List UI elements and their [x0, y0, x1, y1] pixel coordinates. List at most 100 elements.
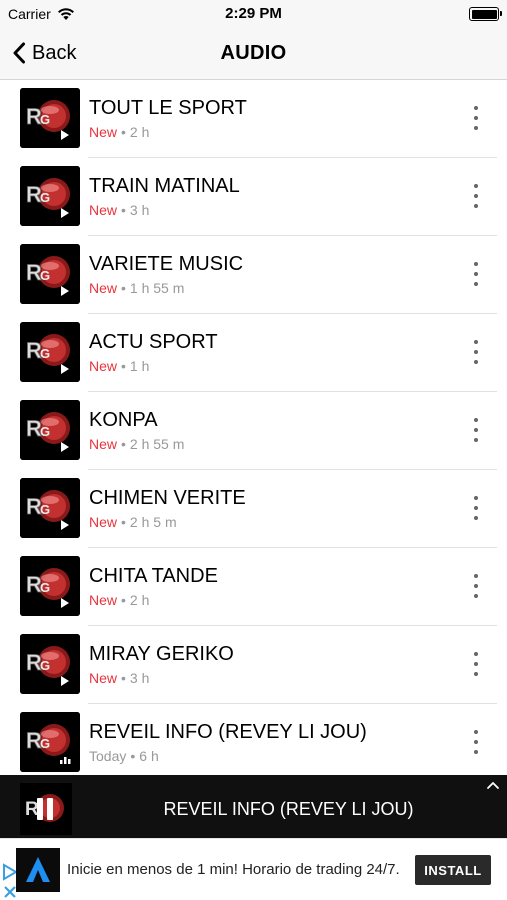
episode-status-badge: Today	[89, 748, 127, 764]
more-options-icon[interactable]	[471, 652, 481, 676]
episode-duration: 3 h	[129, 202, 150, 218]
list-item[interactable]: R G TOUT LE SPORT New • 2 h	[0, 80, 507, 158]
mini-player[interactable]: R REVEIL INFO (REVEY LI JOU)	[0, 775, 507, 838]
episode-duration: 2 h 5 m	[129, 514, 177, 530]
episode-duration: 2 h	[129, 124, 150, 140]
station-logo-icon: R G	[20, 88, 80, 148]
list-item[interactable]: R G TRAIN MATINAL New • 3 h	[0, 158, 507, 236]
episode-status-badge: New	[89, 358, 118, 374]
episode-status-badge: New	[89, 280, 118, 296]
ad-text: Inicie en menos de 1 min! Horario de tra…	[67, 861, 400, 878]
episode-title: KONPA	[89, 409, 158, 431]
svg-text:G: G	[40, 502, 50, 517]
episode-title: REVEIL INFO (REVEY LI JOU)	[89, 721, 367, 743]
svg-text:G: G	[40, 346, 50, 361]
episode-duration: 2 h	[129, 592, 150, 608]
separator-dot: •	[121, 514, 126, 530]
svg-text:G: G	[40, 424, 50, 439]
app-logo-icon	[16, 848, 60, 892]
list-item[interactable]: R G MIRAY GERIKO New • 3 h	[0, 626, 507, 704]
episode-title: VARIETE MUSIC	[89, 253, 244, 275]
page-title: AUDIO	[220, 42, 287, 64]
episode-thumbnail: R G	[20, 166, 80, 226]
more-options-icon[interactable]	[471, 730, 481, 754]
list-item[interactable]: R G ACTU SPORT New • 1 h	[0, 314, 507, 392]
battery-icon	[469, 7, 502, 21]
episode-status-badge: New	[89, 124, 118, 140]
episode-title: MIRAY GERIKO	[89, 643, 234, 665]
list-item[interactable]: R G KONPA New • 2 h 55 m	[0, 392, 507, 470]
svg-text:G: G	[40, 112, 50, 127]
episode-thumbnail: R G	[20, 556, 80, 616]
more-options-icon[interactable]	[471, 340, 481, 364]
episode-title: CHIMEN VERITE	[89, 487, 246, 509]
svg-text:G: G	[40, 268, 50, 283]
more-options-icon[interactable]	[471, 574, 481, 598]
svg-text:G: G	[40, 580, 50, 595]
episode-status-badge: New	[89, 202, 118, 218]
more-options-icon[interactable]	[471, 106, 481, 130]
separator-dot: •	[121, 592, 126, 608]
list-item[interactable]: R G REVEIL INFO (REVEY LI JOU) Today • 6 h	[0, 704, 507, 775]
episode-status-badge: New	[89, 670, 118, 686]
episode-duration: 2 h 55 m	[129, 436, 185, 452]
player-thumbnail: R	[20, 783, 72, 835]
episode-thumbnail: R G	[20, 88, 80, 148]
status-time: 2:29 PM	[225, 5, 282, 22]
separator-dot: •	[121, 124, 126, 140]
episode-title: TOUT LE SPORT	[89, 97, 247, 119]
list-item[interactable]: R G CHIMEN VERITE New • 2 h 5 m	[0, 470, 507, 548]
separator-dot: •	[121, 202, 126, 218]
station-logo-icon: R G	[20, 478, 80, 538]
more-options-icon[interactable]	[471, 262, 481, 286]
episode-meta: New • 2 h	[89, 592, 149, 608]
station-logo-icon: R G	[20, 400, 80, 460]
episode-status-badge: New	[89, 592, 118, 608]
svg-text:G: G	[40, 658, 50, 673]
ad-banner[interactable]: Inicie en menos de 1 min! Horario de tra…	[0, 838, 507, 900]
more-options-icon[interactable]	[471, 496, 481, 520]
station-logo-icon: R G	[20, 322, 80, 382]
episode-meta: New • 2 h 5 m	[89, 514, 177, 530]
episode-status-badge: New	[89, 436, 118, 452]
episode-title: TRAIN MATINAL	[89, 175, 240, 197]
install-button[interactable]: INSTALL	[415, 855, 491, 885]
episode-thumbnail: R G	[20, 322, 80, 382]
episode-thumbnail: R G	[20, 400, 80, 460]
more-options-icon[interactable]	[471, 184, 481, 208]
episode-status-badge: New	[89, 514, 118, 530]
episode-thumbnail: R G	[20, 634, 80, 694]
episode-title: CHITA TANDE	[89, 565, 218, 587]
svg-text:G: G	[40, 736, 50, 751]
separator-dot: •	[121, 436, 126, 452]
episode-duration: 1 h	[129, 358, 150, 374]
episode-duration: 3 h	[129, 670, 150, 686]
pause-icon[interactable]	[34, 798, 56, 820]
navigation-bar: Back AUDIO	[0, 28, 507, 80]
episode-duration: 1 h 55 m	[129, 280, 185, 296]
episode-meta: New • 3 h	[89, 670, 149, 686]
episode-meta: Today • 6 h	[89, 748, 159, 764]
station-logo-icon: R G	[20, 712, 80, 772]
chevron-up-icon[interactable]	[485, 779, 501, 791]
ad-app-logo[interactable]	[16, 848, 60, 892]
episode-meta: New • 3 h	[89, 202, 149, 218]
separator-dot: •	[130, 748, 136, 764]
episode-meta: New • 2 h 55 m	[89, 436, 184, 452]
episode-thumbnail: R G	[20, 478, 80, 538]
episode-meta: New • 1 h 55 m	[89, 280, 184, 296]
station-logo-icon: R G	[20, 556, 80, 616]
separator-dot: •	[121, 670, 126, 686]
station-logo-icon: R G	[20, 244, 80, 304]
audio-list[interactable]: R G TOUT LE SPORT New • 2 h R G TRAIN MATI…	[0, 80, 507, 775]
more-options-icon[interactable]	[471, 418, 481, 442]
episode-meta: New • 2 h	[89, 124, 149, 140]
episode-title: ACTU SPORT	[89, 331, 218, 353]
svg-text:G: G	[40, 190, 50, 205]
list-item[interactable]: R G VARIETE MUSIC New • 1 h 55 m	[0, 236, 507, 314]
list-item[interactable]: R G CHITA TANDE New • 2 h	[0, 548, 507, 626]
station-logo-icon: R G	[20, 634, 80, 694]
station-logo-icon: R G	[20, 166, 80, 226]
separator-dot: •	[121, 358, 126, 374]
episode-thumbnail: R G	[20, 244, 80, 304]
